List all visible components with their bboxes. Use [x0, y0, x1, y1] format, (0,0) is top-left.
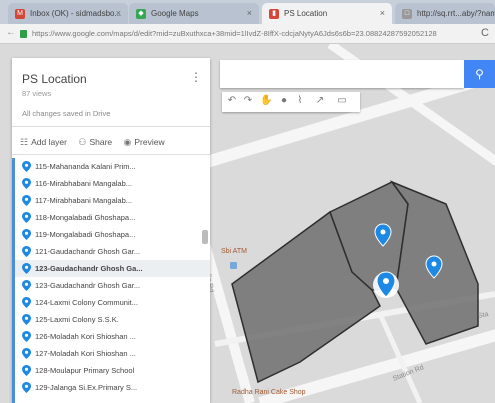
browser-tab-google-maps[interactable]: ◆ Google Maps ×: [129, 3, 259, 24]
browser-tab-ps-location[interactable]: ▮ PS Location ×: [262, 3, 392, 24]
map-marker-icon: [22, 178, 31, 189]
atm-label: Sbi ATM: [221, 248, 247, 255]
add-layer-button[interactable]: ☷ Add layer: [20, 137, 67, 147]
browser-tab-page[interactable]: □ http://sq.rrt...aby/?name: [395, 3, 495, 24]
browser-tab-inbox[interactable]: M Inbox (OK) - sidmadsbo... ×: [8, 3, 128, 24]
place-list: 115-Mahananda Kalani Prim... 116-Mirabhab…: [12, 158, 210, 403]
map-marker-icon: [22, 348, 31, 359]
tab-label: Inbox (OK) - sidmadsbo...: [30, 9, 122, 18]
close-tab-icon[interactable]: ×: [116, 8, 121, 18]
place-list-item[interactable]: 121-Gaudachandr Ghosh Gar...: [15, 243, 210, 260]
search-button[interactable]: ⚲: [464, 60, 495, 88]
layers-panel: PS Location 87 views ⋮ All changes saved…: [12, 58, 210, 403]
preview-label: Preview: [134, 137, 165, 147]
reload-icon[interactable]: C: [481, 27, 489, 39]
shop-label: Radha Rani Cake Shop: [232, 389, 306, 396]
place-list-item[interactable]: 123-Gaudachandr Ghosh Ga...: [15, 260, 210, 277]
place-name: 116-Mirabhabani Mangalab...: [35, 179, 133, 188]
directions-icon[interactable]: ↗: [314, 95, 326, 109]
place-name: 123-Gaudachandr Ghosh Ga...: [35, 264, 143, 273]
tab-label: http://sq.rrt...aby/?name: [417, 9, 495, 18]
draw-line-icon[interactable]: ⌇: [294, 95, 306, 109]
address-bar: ← https://www.google.com/maps/d/edit?mid…: [0, 24, 495, 44]
gmail-icon: M: [15, 9, 25, 19]
preview-icon: ◉: [123, 137, 132, 147]
marker-icon[interactable]: ●: [278, 95, 290, 109]
back-icon[interactable]: ←: [6, 27, 16, 38]
place-name: 125-Laxmi Colony S.S.K.: [35, 315, 119, 324]
ruler-icon[interactable]: ▭: [336, 95, 348, 109]
tab-label: PS Location: [284, 9, 328, 18]
map-marker-icon: [22, 314, 31, 325]
close-tab-icon[interactable]: ×: [247, 8, 252, 18]
place-name: 117-Mirabhabani Mangalab...: [35, 196, 133, 205]
browser-tab-bar: M Inbox (OK) - sidmadsbo... × ◆ Google M…: [0, 0, 495, 24]
place-list-item[interactable]: 116-Mirabhabani Mangalab...: [15, 175, 210, 192]
place-name: 121-Gaudachandr Ghosh Gar...: [35, 247, 141, 256]
place-list-item[interactable]: 117-Mirabhabani Mangalab...: [15, 192, 210, 209]
place-name: 126-Moladah Kori Shioshan ...: [35, 332, 136, 341]
place-list-item[interactable]: 128-Moulapur Primary School: [15, 362, 210, 379]
map-marker-icon: [22, 246, 31, 257]
place-name: 123-Gaudachandr Ghosh Gar...: [35, 281, 141, 290]
place-name: 127-Moladah Kori Shioshan ...: [35, 349, 136, 358]
map-marker-icon: [22, 229, 31, 240]
undo-icon[interactable]: ↶: [226, 95, 238, 109]
map-title[interactable]: PS Location: [22, 72, 87, 86]
panel-scrollbar[interactable]: [202, 230, 208, 244]
add-layer-label: Add layer: [31, 137, 67, 147]
place-list-item[interactable]: 123-Gaudachandr Ghosh Gar...: [15, 277, 210, 294]
place-name: 119-Mongalabadi Ghoshapa...: [35, 230, 136, 239]
selected-map-marker[interactable]: [373, 271, 399, 298]
url-field[interactable]: https://www.google.com/maps/d/edit?mid=z…: [32, 29, 467, 38]
divider: [12, 126, 210, 127]
page-icon: □: [402, 9, 412, 19]
place-list-item[interactable]: 115-Mahananda Kalani Prim...: [15, 158, 210, 175]
close-tab-icon[interactable]: ×: [380, 8, 385, 18]
my-maps-icon: ▮: [269, 9, 279, 19]
share-label: Share: [89, 137, 113, 147]
place-list-item[interactable]: 127-Moladah Kori Shioshan ...: [15, 345, 210, 362]
hand-icon[interactable]: ✋: [260, 95, 272, 109]
preview-button[interactable]: ◉ Preview: [124, 137, 165, 147]
search-icon: ⚲: [475, 67, 484, 81]
map-marker-icon: [22, 161, 31, 172]
map-marker-icon: [22, 331, 31, 342]
place-name: 128-Moulapur Primary School: [35, 366, 135, 375]
google-maps-icon: ◆: [136, 9, 146, 19]
place-name: 115-Mahananda Kalani Prim...: [35, 162, 136, 171]
tab-label: Google Maps: [151, 9, 199, 18]
map-marker-icon: [22, 297, 31, 308]
place-list-item[interactable]: 125-Laxmi Colony S.S.K.: [15, 311, 210, 328]
map-marker-icon: [22, 382, 31, 393]
place-list-item[interactable]: 119-Mongalabadi Ghoshapa...: [15, 226, 210, 243]
place-list-item[interactable]: 126-Moladah Kori Shioshan ...: [15, 328, 210, 345]
share-button[interactable]: ⚇ Share: [78, 137, 112, 147]
lock-icon: [20, 30, 27, 38]
add-layer-icon: ☷: [20, 137, 29, 147]
place-name: 129-Jalanga Si.Ex.Primary S...: [35, 383, 138, 392]
divider: [12, 154, 210, 155]
save-status: All changes saved in Drive: [22, 109, 111, 118]
map-toolbar: ↶ ↷ ✋ ● ⌇ ↗ ▭: [222, 92, 360, 112]
search-input[interactable]: [220, 60, 464, 88]
share-icon: ⚇: [78, 137, 87, 147]
map-marker-icon: [22, 212, 31, 223]
panel-actions: ☷ Add layer ⚇ Share ◉ Preview: [20, 137, 174, 148]
redo-icon[interactable]: ↷: [242, 95, 254, 109]
map-marker-icon: [22, 280, 31, 291]
view-count: 87 views: [22, 89, 52, 98]
place-name: 124-Laxmi Colony Communit...: [35, 298, 138, 307]
place-list-item[interactable]: 124-Laxmi Colony Communit...: [15, 294, 210, 311]
map-marker-icon: [22, 263, 31, 274]
map-marker-icon: [22, 195, 31, 206]
more-options-icon[interactable]: ⋮: [190, 70, 202, 84]
atm-icon[interactable]: [230, 262, 237, 269]
place-name: 118-Mongalabadi Ghoshapa...: [35, 213, 136, 222]
place-list-item[interactable]: 129-Jalanga Si.Ex.Primary S...: [15, 379, 210, 396]
place-list-item[interactable]: 118-Mongalabadi Ghoshapa...: [15, 209, 210, 226]
map-marker-icon: [22, 365, 31, 376]
